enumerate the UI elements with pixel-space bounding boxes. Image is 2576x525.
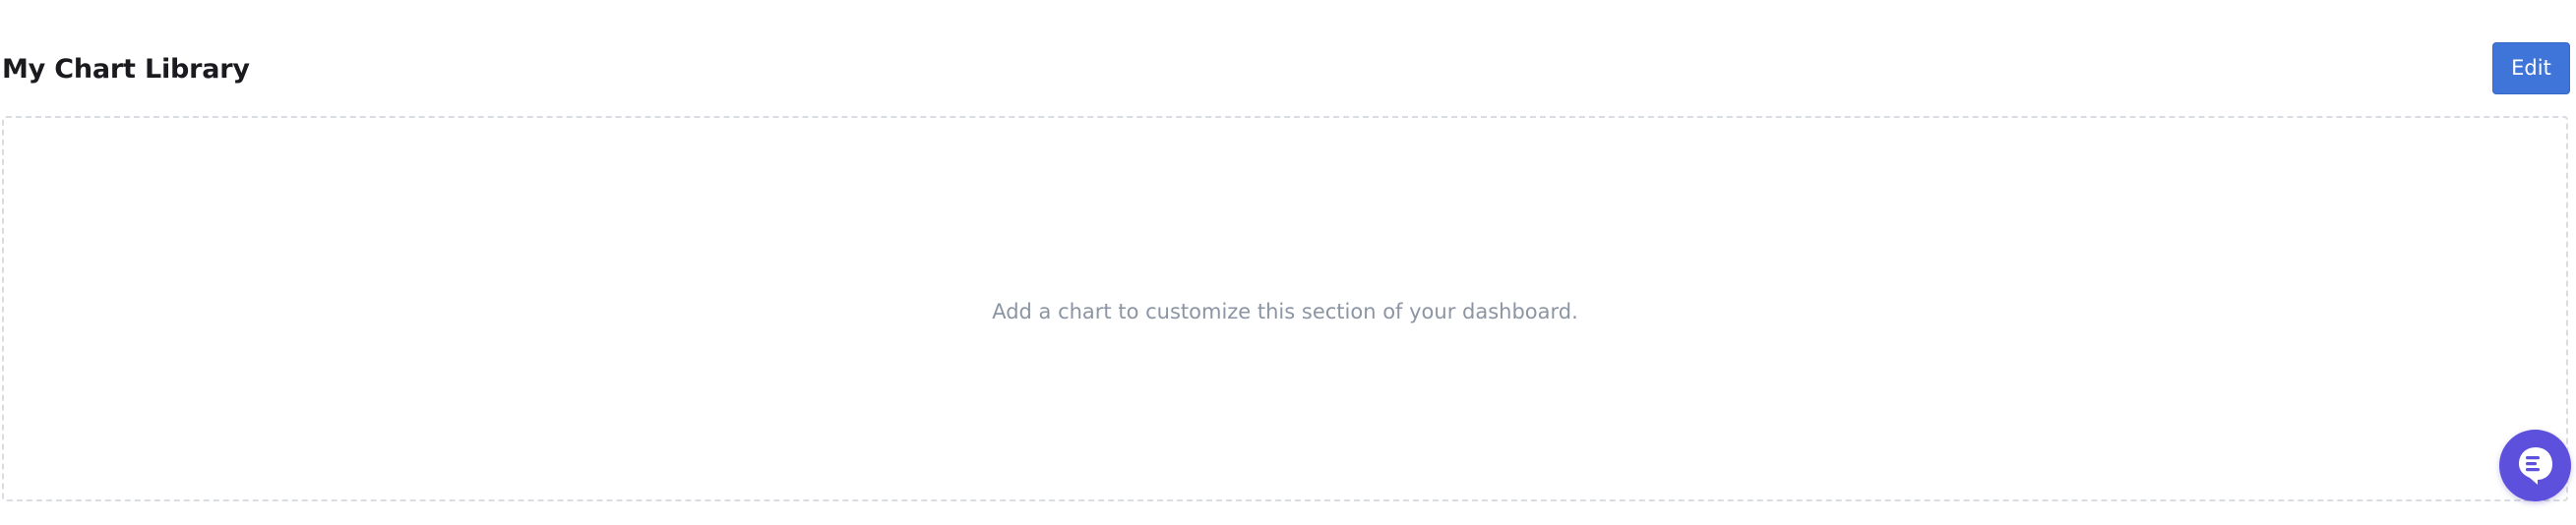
empty-state-message: Add a chart to customize this section of… (992, 300, 1578, 323)
chart-dropzone: Add a chart to customize this section of… (2, 116, 2568, 501)
edit-button[interactable]: Edit (2492, 42, 2570, 94)
chat-widget-button[interactable] (2499, 430, 2571, 501)
section-title: My Chart Library (2, 54, 250, 85)
dashboard-page: My Chart Library Edit Add a chart to cus… (0, 0, 2576, 525)
chat-bubble-icon (2519, 447, 2552, 485)
chart-library-header: My Chart Library Edit (0, 39, 2570, 100)
